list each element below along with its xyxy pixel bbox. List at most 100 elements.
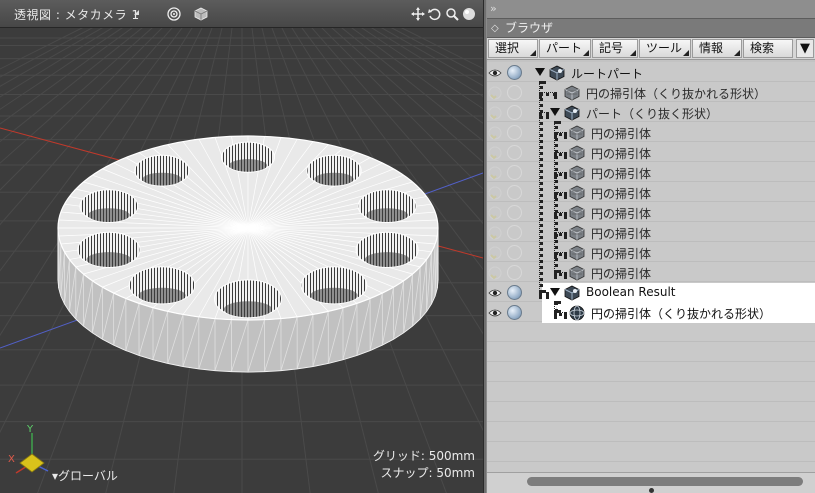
coordinate-space-selector[interactable]: ▾グローバル	[52, 467, 118, 484]
hidden-eye-icon[interactable]	[488, 106, 502, 120]
scrollbar-thumb[interactable]	[527, 477, 803, 486]
disclosure-triangle-icon[interactable]	[550, 108, 560, 116]
axis-y-label: Y	[27, 424, 34, 435]
tree-row-label: 円の掃引体（くり抜かれる形状）	[591, 307, 772, 321]
tree-row[interactable]: ルートパート	[487, 63, 815, 83]
panel-collapse-strip[interactable]: »	[487, 0, 815, 18]
sweep-icon	[564, 85, 580, 101]
tree-row[interactable]: パート（くり抜く形状）	[487, 103, 815, 123]
render-toggle-icon[interactable]	[507, 125, 522, 140]
tree-row[interactable]: 円の掃引体（くり抜かれる形状）	[487, 83, 815, 103]
disclosure-triangle-icon[interactable]	[535, 68, 545, 76]
hidden-eye-icon[interactable]	[488, 206, 502, 220]
tree-connector	[554, 272, 567, 276]
browser-title: ブラウザ	[505, 21, 554, 35]
tree-row[interactable]: 円の掃引体（くり抜かれる形状）	[488, 303, 815, 323]
browser-toolbar: 選択 パート 記号 ツール 情報 検索 ▼	[487, 38, 815, 60]
viewport-title[interactable]: 透視図 : メタカメラ 1	[14, 6, 140, 23]
search-button[interactable]: 検索	[743, 39, 793, 58]
hidden-eye-icon[interactable]	[488, 186, 502, 200]
snap-size-label: スナップ: 50mm	[380, 466, 475, 480]
sweep-icon	[569, 125, 585, 141]
pan-icon[interactable]	[410, 6, 426, 22]
tree-connector	[554, 192, 567, 196]
part-cube-icon	[564, 105, 580, 121]
browser-header: ◇ ブラウザ	[487, 18, 815, 38]
horizontal-scrollbar[interactable]	[487, 472, 815, 493]
select-button[interactable]: 選択	[488, 39, 538, 58]
tree-row-label: 円の掃引体	[591, 187, 652, 201]
render-toggle-icon[interactable]	[507, 185, 522, 200]
tree-connector	[554, 232, 567, 236]
tree-row-label: 円の掃引体	[591, 247, 652, 261]
sweep-icon	[569, 205, 585, 221]
tool-button[interactable]: ツール	[639, 39, 691, 58]
app-window: 透視図 : メタカメラ 1 Y X ▾グローバル グリッド: 500mm スナッ…	[0, 0, 815, 493]
tree-row[interactable]: 円の掃引体	[487, 263, 815, 283]
tree-connector	[554, 212, 567, 216]
scene-tree[interactable]: ルートパート 円の掃引体（くり抜かれる形状） パート（くり抜く形状） 円の掃引体 円の掃…	[487, 62, 815, 472]
browser-menu-button[interactable]: ▼	[796, 39, 814, 58]
render-toggle-icon[interactable]	[507, 225, 522, 240]
tree-connector	[539, 112, 549, 116]
render-toggle-icon[interactable]	[507, 105, 522, 120]
eye-icon[interactable]	[488, 306, 502, 320]
render-toggle-icon[interactable]	[507, 165, 522, 180]
render-toggle-icon[interactable]	[507, 85, 522, 100]
sweep-icon	[569, 145, 585, 161]
render-toggle-icon[interactable]	[507, 305, 522, 320]
render-toggle-icon[interactable]	[507, 205, 522, 220]
tree-row-label: ルートパート	[571, 67, 644, 81]
render-mode-icon[interactable]	[166, 6, 182, 22]
viewport-canvas[interactable]: Y X ▾グローバル グリッド: 500mm スナップ: 50mm	[0, 0, 483, 493]
tree-row[interactable]: 円の掃引体	[487, 243, 815, 263]
sweep-icon	[569, 225, 585, 241]
rotate-icon[interactable]	[427, 6, 443, 22]
title-dropdown-icon[interactable]	[134, 10, 139, 15]
symbol-button[interactable]: 記号	[592, 39, 638, 58]
tree-row[interactable]: 円の掃引体	[487, 163, 815, 183]
hidden-eye-icon[interactable]	[488, 146, 502, 160]
tree-row-label: Boolean Result	[586, 285, 676, 299]
tree-row-label: 円の掃引体	[591, 127, 652, 141]
render-toggle-icon[interactable]	[507, 245, 522, 260]
tree-row[interactable]: 円の掃引体	[487, 183, 815, 203]
sphere-mesh-icon	[569, 305, 585, 321]
tree-row[interactable]: 円の掃引体	[487, 143, 815, 163]
view-sphere-icon[interactable]	[461, 6, 477, 22]
hidden-eye-icon[interactable]	[488, 166, 502, 180]
3d-viewport[interactable]: 透視図 : メタカメラ 1 Y X ▾グローバル グリッド: 500mm スナッ…	[0, 0, 483, 493]
render-toggle-icon[interactable]	[507, 145, 522, 160]
tree-connector	[554, 121, 558, 273]
render-toggle-icon[interactable]	[507, 65, 522, 80]
zoom-icon[interactable]	[444, 6, 460, 22]
eye-icon[interactable]	[488, 286, 502, 300]
part-button[interactable]: パート	[539, 39, 591, 58]
boolean-result-mesh[interactable]	[57, 135, 439, 373]
tree-connector	[554, 152, 567, 156]
hidden-eye-icon[interactable]	[488, 226, 502, 240]
tree-row[interactable]: 円の掃引体	[487, 223, 815, 243]
render-toggle-icon[interactable]	[507, 285, 522, 300]
tree-row-label: 円の掃引体	[591, 227, 652, 241]
hidden-eye-icon[interactable]	[488, 86, 502, 100]
diamond-icon[interactable]: ◇	[491, 19, 499, 38]
perspective-scene[interactable]	[0, 0, 483, 493]
disclosure-triangle-icon[interactable]	[550, 288, 560, 296]
hidden-eye-icon[interactable]	[488, 246, 502, 260]
part-cube-icon	[564, 285, 580, 301]
info-button[interactable]: 情報	[692, 39, 742, 58]
render-toggle-icon[interactable]	[507, 265, 522, 280]
tree-row[interactable]: 円の掃引体	[487, 123, 815, 143]
tree-connector	[554, 252, 567, 256]
shading-cube-icon[interactable]	[193, 6, 209, 22]
viewport-title-bar: 透視図 : メタカメラ 1	[0, 0, 483, 28]
tree-row[interactable]: 円の掃引体	[487, 203, 815, 223]
tree-row[interactable]: Boolean Result	[488, 283, 815, 303]
hidden-eye-icon[interactable]	[488, 126, 502, 140]
eye-icon[interactable]	[488, 66, 502, 80]
splitter-dot[interactable]	[649, 488, 654, 493]
hidden-eye-icon[interactable]	[488, 266, 502, 280]
sweep-icon	[569, 185, 585, 201]
grid-size-label: グリッド: 500mm	[372, 449, 475, 463]
